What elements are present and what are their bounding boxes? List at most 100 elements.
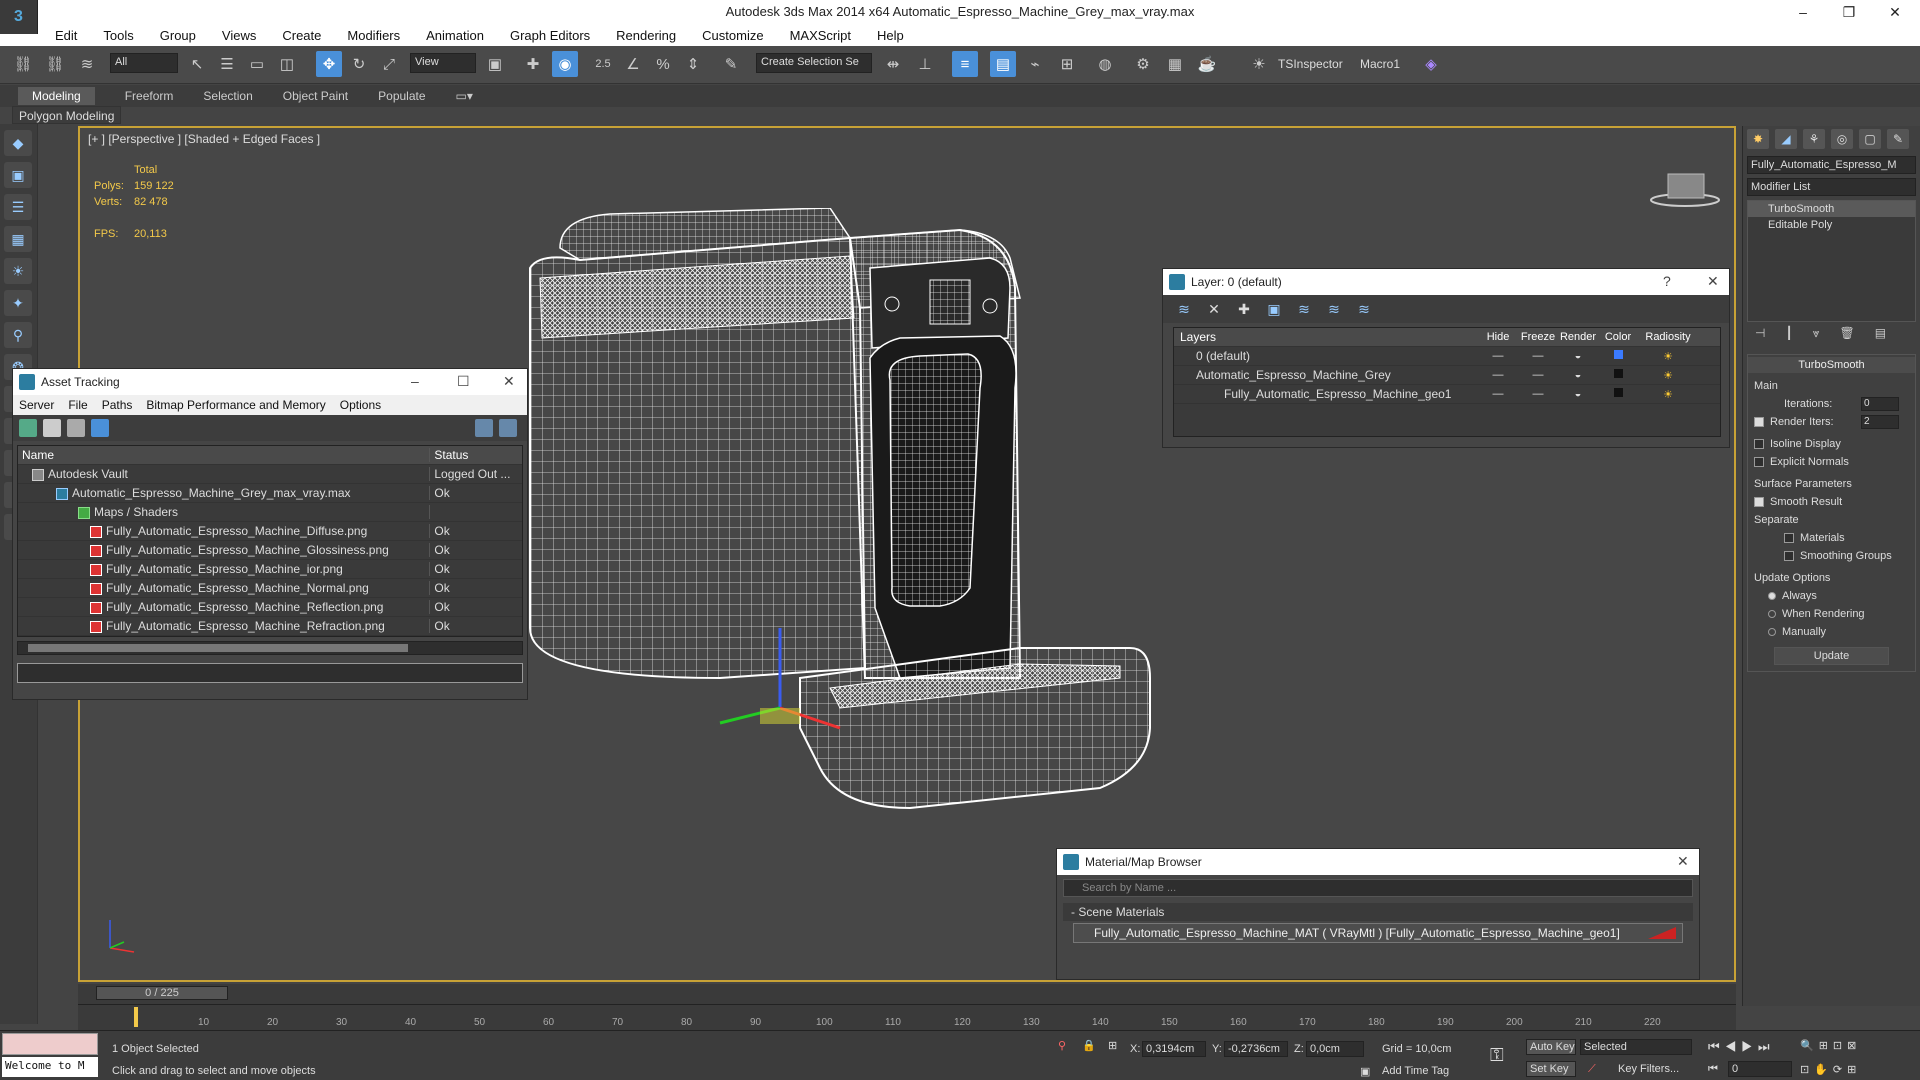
table-row[interactable]: Fully_Automatic_Espresso_Machine_ior.png… xyxy=(18,560,522,579)
asset-tracking-titlebar[interactable]: Asset Tracking – ☐ ✕ xyxy=(13,369,527,395)
render-setup-icon[interactable]: ⚙ xyxy=(1130,51,1156,77)
app-logo[interactable]: 3 xyxy=(0,0,38,34)
object-name-field[interactable]: Fully_Automatic_Espresso_M xyxy=(1747,156,1916,174)
material-browser-window[interactable]: Material/Map Browser ✕ Search by Name ..… xyxy=(1056,848,1700,980)
asset-menu-paths[interactable]: Paths xyxy=(102,398,133,412)
grid-icon[interactable]: ▦ xyxy=(4,226,32,252)
table-row[interactable]: Maps / Shaders xyxy=(18,503,522,522)
set-key-button[interactable]: Set Key xyxy=(1526,1061,1576,1077)
layer-color-swatch[interactable] xyxy=(1598,369,1638,381)
gizmo-plane[interactable] xyxy=(760,708,800,724)
menu-customize[interactable]: Customize xyxy=(702,28,763,43)
hide-toggle[interactable]: — xyxy=(1478,350,1518,362)
angle-snap-icon[interactable]: ∠ xyxy=(620,51,646,77)
key-icon[interactable]: ⚿ xyxy=(1490,1045,1504,1066)
column-name[interactable]: Name xyxy=(18,448,431,462)
make-unique-icon[interactable]: ⩔ xyxy=(1813,326,1820,348)
asset-horizontal-scrollbar[interactable] xyxy=(17,641,523,655)
radiosity-icon[interactable]: ☀ xyxy=(1638,350,1698,363)
table-row[interactable]: Fully_Automatic_Espresso_Machine_Refract… xyxy=(18,617,522,636)
keyboard-shortcut-toggle-icon[interactable]: ◉ xyxy=(552,51,578,77)
current-frame-marker[interactable] xyxy=(134,1007,138,1027)
radiosity-icon[interactable]: ☀ xyxy=(1638,388,1698,401)
named-selection-dropdown[interactable]: Create Selection Se xyxy=(756,53,872,73)
menu-animation[interactable]: Animation xyxy=(426,28,484,43)
selection-filter-dropdown[interactable]: All xyxy=(110,53,178,73)
render-toggle[interactable]: ◒ xyxy=(1558,369,1598,381)
tsinspector-label[interactable]: TSInspector xyxy=(1278,57,1343,71)
settings-icon[interactable] xyxy=(499,419,517,437)
table-view-icon[interactable] xyxy=(67,419,85,437)
link-icon[interactable]: ⛓ xyxy=(10,51,36,77)
turbosmooth-title[interactable]: TurboSmooth xyxy=(1748,357,1915,373)
maxscript-listener-mini[interactable] xyxy=(2,1033,98,1055)
camera-icon[interactable]: ✦ xyxy=(4,290,32,316)
layer-close-button[interactable]: ✕ xyxy=(1707,273,1719,290)
grid-view-icon[interactable] xyxy=(91,419,109,437)
always-radio[interactable] xyxy=(1768,592,1776,600)
helper-icon[interactable]: ⚲ xyxy=(4,322,32,348)
layer-row[interactable]: 0 (default) — — ◒ ☀ xyxy=(1174,347,1720,366)
create-tab-icon[interactable]: ✸ xyxy=(1747,129,1769,149)
time-slider[interactable]: 0 / 225 xyxy=(96,986,228,1000)
layer-manager-icon[interactable]: ≡ xyxy=(952,51,978,77)
freeze-toggle[interactable]: — xyxy=(1518,388,1558,400)
add-time-tag[interactable]: Add Time Tag xyxy=(1382,1065,1449,1077)
material-search-input[interactable]: Search by Name ... xyxy=(1063,879,1693,897)
stack-item[interactable]: TurboSmooth xyxy=(1748,201,1915,217)
minimize-button[interactable]: – xyxy=(1780,0,1826,24)
select-move-icon[interactable]: ✥ xyxy=(316,51,342,77)
render-icon[interactable]: ▣ xyxy=(4,162,32,188)
time-tag-icon[interactable]: ▣ xyxy=(1360,1065,1370,1078)
display-tab-icon[interactable]: ▢ xyxy=(1859,129,1881,149)
col-layers[interactable]: Layers xyxy=(1174,330,1478,344)
material-close-button[interactable]: ✕ xyxy=(1677,853,1689,870)
render-toggle[interactable]: ◒ xyxy=(1558,388,1598,400)
select-object-icon[interactable]: ↖ xyxy=(184,51,210,77)
close-button[interactable]: ✕ xyxy=(1872,0,1918,24)
scene-materials-section[interactable]: - Scene Materials xyxy=(1063,903,1693,921)
edit-named-selection-icon[interactable]: ✎ xyxy=(718,51,744,77)
lock-selection-icon[interactable]: 🔒 xyxy=(1082,1039,1096,1052)
help-icon[interactable] xyxy=(475,419,493,437)
ribbon-options-icon[interactable]: ▭▾ xyxy=(456,89,473,103)
render-production-icon[interactable]: ☕ xyxy=(1194,51,1220,77)
list-icon[interactable]: ☰ xyxy=(4,194,32,220)
rendered-frame-icon[interactable]: ▦ xyxy=(1162,51,1188,77)
col-hide[interactable]: Hide xyxy=(1478,331,1518,343)
layer-manager-window[interactable]: Layer: 0 (default) ? ✕ ≋ ✕ ✚ ▣ ≋ ≋ ≋ Lay… xyxy=(1162,268,1730,448)
table-row[interactable]: Fully_Automatic_Espresso_Machine_Diffuse… xyxy=(18,522,522,541)
pin-stack-icon[interactable]: ⊣ xyxy=(1755,326,1765,348)
viewport-nav-controls[interactable]: 🔍⊞⊡⊠ xyxy=(1800,1039,1861,1052)
hide-all-icon[interactable]: ≋ xyxy=(1325,300,1343,318)
schematic-view-icon[interactable]: ⊞ xyxy=(1054,51,1080,77)
light-icon[interactable]: ☀ xyxy=(4,258,32,284)
unlink-icon[interactable]: ⛓ xyxy=(42,51,68,77)
mirror-icon[interactable]: ⇹ xyxy=(880,51,906,77)
menu-rendering[interactable]: Rendering xyxy=(616,28,676,43)
col-color[interactable]: Color xyxy=(1598,331,1638,343)
asset-menu-bitmap[interactable]: Bitmap Performance and Memory xyxy=(146,398,325,412)
iterations-spinner[interactable]: 0 xyxy=(1861,397,1899,411)
layer-color-swatch[interactable] xyxy=(1598,350,1638,362)
delete-layer-icon[interactable]: ✕ xyxy=(1205,300,1223,318)
update-button[interactable]: Update xyxy=(1774,647,1889,665)
modifier-list-dropdown[interactable]: Modifier List xyxy=(1747,178,1916,196)
asset-menu-file[interactable]: File xyxy=(68,398,87,412)
snaps-toggle-icon[interactable]: 2.5 xyxy=(590,51,616,77)
menu-group[interactable]: Group xyxy=(160,28,196,43)
table-row[interactable]: Automatic_Espresso_Machine_Grey_max_vray… xyxy=(18,484,522,503)
column-status[interactable]: Status xyxy=(430,448,522,462)
col-render[interactable]: Render xyxy=(1558,331,1598,343)
asset-tracking-window[interactable]: Asset Tracking – ☐ ✕ Server File Paths B… xyxy=(12,368,528,700)
tab-modeling[interactable]: Modeling xyxy=(18,87,95,105)
manually-radio[interactable] xyxy=(1768,628,1776,636)
spinner-snap-icon[interactable]: ⇕ xyxy=(680,51,706,77)
freeze-toggle[interactable]: — xyxy=(1518,350,1558,362)
tsinspector-icon[interactable]: ☀ xyxy=(1246,51,1272,77)
remove-modifier-icon[interactable]: 🗑 xyxy=(1839,326,1854,348)
y-coordinate-field[interactable]: -0,2736cm xyxy=(1224,1041,1288,1057)
highlight-layer-icon[interactable]: ≋ xyxy=(1295,300,1313,318)
isolate-icon[interactable]: ⚲ xyxy=(1058,1039,1066,1052)
menu-help[interactable]: Help xyxy=(877,28,904,43)
